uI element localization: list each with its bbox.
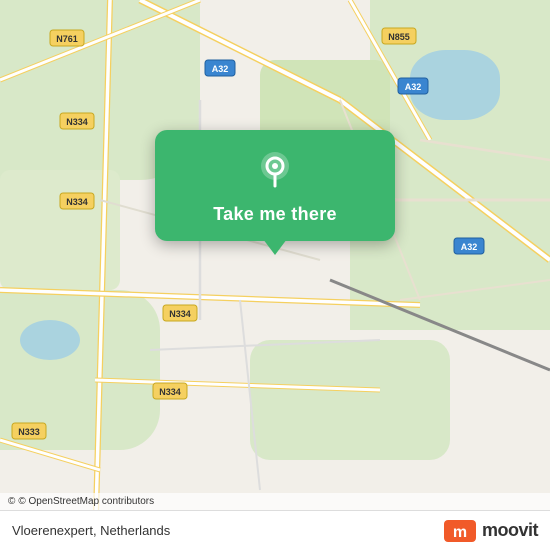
moovit-text: moovit: [482, 520, 538, 541]
map-container: N761 A32 N334 N334 N334 N334 N333 A32 N8…: [0, 0, 550, 550]
attribution-text: © OpenStreetMap contributors: [18, 496, 154, 507]
copyright-symbol: ©: [8, 496, 15, 507]
cta-button-text: Take me there: [213, 204, 337, 225]
svg-text:A32: A32: [405, 82, 422, 92]
moovit-m-icon: m: [444, 520, 476, 542]
svg-text:N855: N855: [388, 32, 410, 42]
attribution-bar: © © OpenStreetMap contributors: [0, 493, 550, 510]
svg-text:N761: N761: [56, 34, 78, 44]
location-label: Vloerenexpert, Netherlands: [12, 523, 170, 538]
cta-overlay[interactable]: Take me there: [155, 130, 395, 241]
info-bar: Vloerenexpert, Netherlands m moovit: [0, 510, 550, 550]
svg-text:N334: N334: [66, 197, 88, 207]
svg-text:N334: N334: [66, 117, 88, 127]
svg-text:N334: N334: [169, 309, 191, 319]
cta-pointer: [263, 239, 287, 255]
roads-svg: N761 A32 N334 N334 N334 N334 N333 A32 N8…: [0, 0, 550, 550]
location-pin-icon: [253, 148, 297, 192]
svg-text:N334: N334: [159, 387, 181, 397]
svg-text:A32: A32: [212, 64, 229, 74]
svg-text:N333: N333: [18, 427, 40, 437]
moovit-logo: m moovit: [444, 520, 538, 542]
svg-text:A32: A32: [461, 242, 478, 252]
svg-text:m: m: [453, 524, 467, 541]
